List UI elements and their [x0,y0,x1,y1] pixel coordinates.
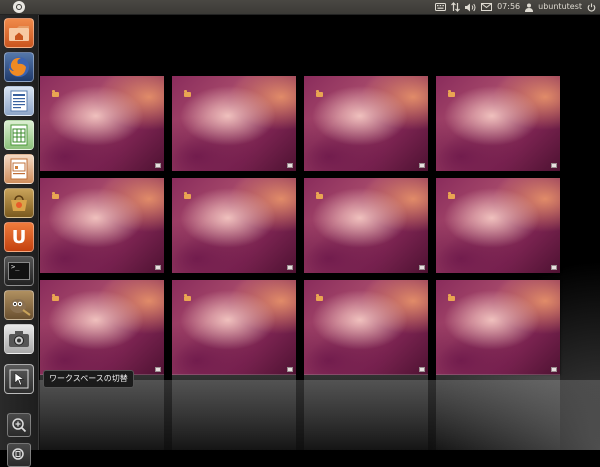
launcher-tooltip: ワークスペースの切替 [43,370,134,388]
mail-icon[interactable] [481,0,493,14]
trash-icon [419,163,425,168]
ubuntu-one-icon: U [11,226,27,248]
trash-icon [551,367,557,372]
software-center-icon [11,195,27,211]
folder-icon [184,90,191,97]
workspace-12[interactable] [436,280,560,375]
launcher-ubuntu-one[interactable]: U [4,222,34,252]
launcher-files-lens[interactable] [7,443,31,467]
folder-icon [448,294,455,301]
launcher-home-folder[interactable] [4,18,34,48]
folder-icon [184,294,191,301]
writer-icon [10,90,28,112]
keyboard-icon[interactable] [435,0,447,14]
launcher-applications-lens[interactable] [7,413,31,437]
launcher: U >_ [0,15,39,467]
files-icon [12,448,24,460]
folder-icon [316,90,323,97]
workspace-switcher-icon [9,369,29,389]
workspace-6[interactable] [172,178,296,273]
launcher-libreoffice-writer[interactable] [4,86,34,116]
workspace-4[interactable] [436,76,560,171]
launcher-libreoffice-impress[interactable] [4,154,34,184]
screenshot-icon [9,331,29,347]
workspace-2[interactable] [172,76,296,171]
launcher-workspace-switcher[interactable] [4,364,34,394]
workspace-7[interactable] [304,178,428,273]
trash-icon [287,163,293,168]
trash-icon [287,265,293,270]
workspace-reflection [304,374,428,450]
dash-home-button[interactable] [13,1,25,13]
top-panel: 07:56 ubuntutest [0,0,600,15]
trash-icon [419,367,425,372]
firefox-icon [9,57,29,77]
network-icon[interactable] [451,0,461,14]
workspace-reflection [436,374,560,450]
trash-icon [155,163,161,168]
username-label[interactable]: ubuntutest [538,0,582,14]
folder-icon [184,192,191,199]
impress-icon [10,158,28,180]
volume-icon[interactable] [465,0,476,14]
trash-icon [287,367,293,372]
trash-icon [155,367,161,372]
workspace-reflection [172,374,296,450]
home-folder-icon [9,26,29,41]
clock[interactable]: 07:56 [497,0,520,14]
workspace-9[interactable] [40,280,164,375]
trash-icon [551,265,557,270]
terminal-icon: >_ [8,262,30,280]
gimp-icon [10,299,31,316]
user-icon [525,0,534,14]
folder-icon [448,192,455,199]
trash-icon [419,265,425,270]
folder-icon [448,90,455,97]
launcher-firefox[interactable] [4,52,34,82]
calc-icon [10,124,28,146]
launcher-screenshot[interactable] [4,324,34,354]
folder-icon [316,192,323,199]
folder-icon [316,294,323,301]
indicator-area: 07:56 ubuntutest [435,0,596,14]
launcher-terminal[interactable]: >_ [4,256,34,286]
folder-icon [52,90,59,97]
folder-icon [52,192,59,199]
workspace-5[interactable] [40,178,164,273]
power-icon[interactable] [587,0,596,14]
launcher-libreoffice-calc[interactable] [4,120,34,150]
workspace-3[interactable] [304,76,428,171]
workspace-8[interactable] [436,178,560,273]
launcher-software-center[interactable] [4,188,34,218]
workspace-10[interactable] [172,280,296,375]
trash-icon [155,265,161,270]
ubuntu-logo-icon [16,4,22,10]
workspace-11[interactable] [304,280,428,375]
trash-icon [551,163,557,168]
workspace-1[interactable] [40,76,164,171]
applications-icon [12,418,27,433]
launcher-gimp[interactable] [4,290,34,320]
folder-icon [52,294,59,301]
